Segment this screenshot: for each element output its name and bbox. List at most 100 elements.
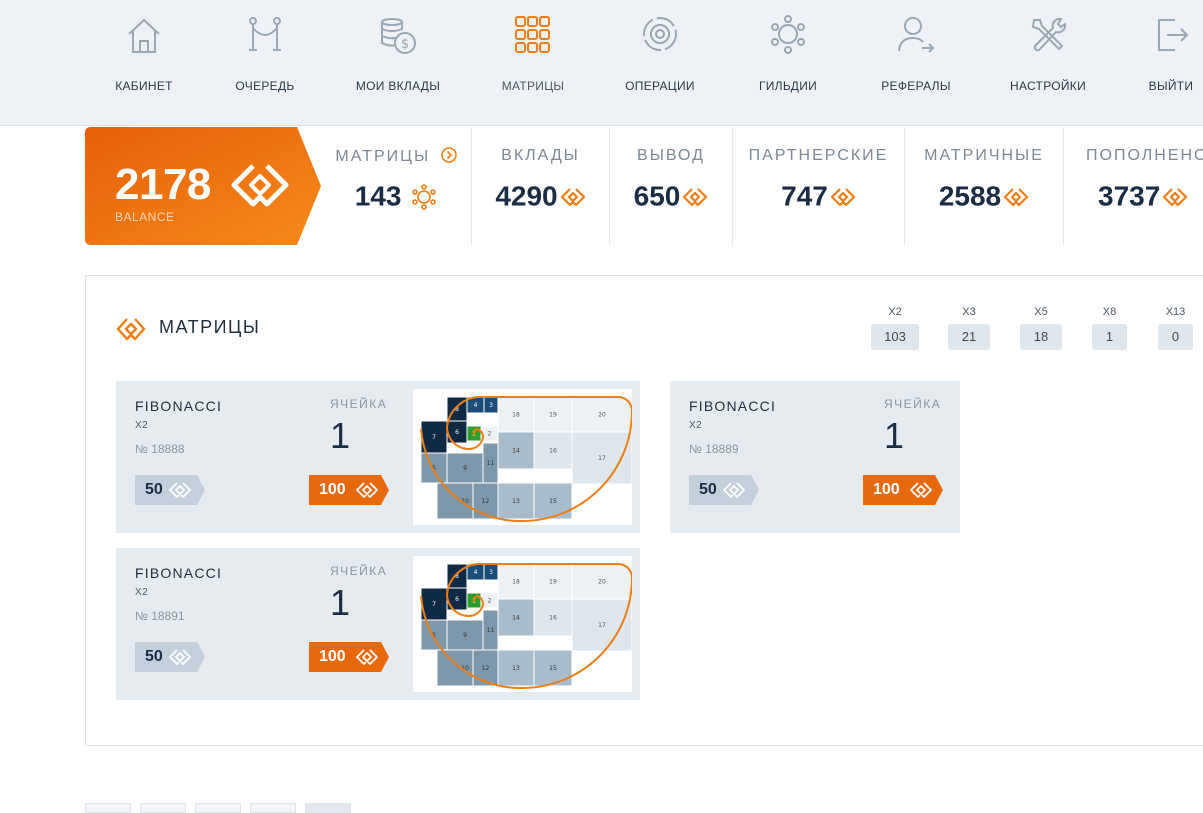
fibonacci-cell-number: 14: [512, 615, 520, 622]
multiplier-x13[interactable]: X13 0: [1158, 306, 1193, 350]
panel-title: МАТРИЦЫ: [159, 317, 261, 337]
multiplier-count: 18: [1020, 324, 1062, 350]
coin-logo-icon: [1004, 187, 1029, 206]
matrix-name: FIBONACCI: [689, 398, 777, 414]
matrix-number: № 18888: [135, 442, 185, 456]
top-navigation: КАБИНЕТ ОЧЕРЕДЬ $ МОИ ВКЛАДЫ МАТРИЦЫ ОПЕ…: [0, 0, 1203, 126]
pager-tab[interactable]: [305, 803, 351, 813]
multiplier-label: X13: [1165, 306, 1186, 318]
multiplier-x3[interactable]: X3 21: [948, 306, 990, 350]
stat-title: ПАРТНЕРСКИЕ: [748, 147, 889, 164]
multiplier-label: X3: [962, 306, 976, 318]
cell-label: ЯЧЕЙКА: [884, 397, 942, 411]
nav-label: ОПЕРАЦИИ: [625, 79, 695, 93]
price-grey-value: 50: [145, 648, 163, 665]
settings-tools-icon: [1031, 17, 1067, 52]
fibonacci-cell-number: 3: [489, 402, 493, 409]
matrices-panel: МАТРИЦЫ X2 103 X3 21 X5 18 X8 1 X13 0 FIBONAC…: [85, 275, 1203, 746]
pager-tab[interactable]: [85, 803, 131, 813]
fibonacci-cell-number: 19: [549, 412, 557, 419]
nav-label: РЕФЕРАЛЫ: [881, 79, 951, 93]
multiplier-count: 21: [948, 324, 990, 350]
nav-item-cabinet[interactable]: КАБИНЕТ: [100, 0, 188, 126]
fibonacci-cell-number: 13: [512, 498, 520, 505]
nav-item-logout[interactable]: ВЫЙТИ: [1140, 0, 1202, 126]
fibonacci-cell-number: 4: [474, 569, 478, 576]
fibonacci-matrix-thumbnail: 84 318 19 2076 1 214 16175 91110 12 13 15: [413, 556, 632, 692]
nav-label: МОИ ВКЛАДЫ: [355, 79, 441, 93]
fibonacci-cell-number: 19: [549, 579, 557, 586]
nav-item-matrices[interactable]: МАТРИЦЫ: [490, 0, 576, 126]
fibonacci-cell-number: 15: [549, 665, 557, 672]
fibonacci-cell-number: 11: [487, 627, 495, 634]
price-grey-value: 50: [145, 481, 163, 498]
price-orange-value: 100: [873, 481, 900, 498]
stat-value: 650: [633, 180, 681, 212]
fibonacci-cell-number: 20: [598, 579, 606, 586]
fibonacci-matrix-thumbnail: 84 318 19 2076 1 214 16175 91110 12 13 15: [413, 389, 632, 525]
matrix-multiplier: X2: [689, 420, 703, 431]
pager-tab[interactable]: [140, 803, 186, 813]
coin-logo-icon: [830, 187, 855, 206]
multiplier-label: X2: [888, 306, 902, 318]
logout-icon: [1158, 19, 1189, 51]
fibonacci-cell-number: 6: [455, 596, 459, 603]
fibonacci-cell-number: 13: [512, 665, 520, 672]
matrix-network-icon: [412, 183, 437, 210]
fibonacci-cell-number: 20: [598, 412, 606, 419]
cell-value: 1: [884, 415, 905, 456]
fibonacci-cell-number: 2: [488, 598, 492, 605]
nav-label: ВЫЙТИ: [1148, 79, 1194, 93]
arrow-circle-right-icon[interactable]: [440, 147, 457, 163]
multiplier-x8[interactable]: X8 1: [1092, 306, 1127, 350]
stat-value: 143: [354, 180, 402, 212]
fibonacci-cell-number: 14: [512, 448, 520, 455]
fibonacci-cell-number: 17: [598, 455, 606, 462]
matrix-card[interactable]: FIBONACCI X2 № 18888 ЯЧЕЙКА 1 50 100 843…: [116, 381, 640, 533]
fibonacci-cell-number: 7: [432, 601, 436, 608]
stat-matrices[interactable]: МАТРИЦЫ 143: [321, 127, 472, 245]
matrix-card[interactable]: FIBONACCI X2 № 18891 ЯЧЕЙКА 1 50 100 843…: [116, 548, 640, 700]
coin-logo-icon: [683, 187, 708, 206]
stat-title: ВКЛАДЫ: [501, 147, 580, 164]
nav-item-settings[interactable]: НАСТРОЙКИ: [1000, 0, 1096, 126]
stat-title: ВЫВОД: [637, 147, 705, 164]
nav-item-deposits[interactable]: $ МОИ ВКЛАДЫ: [346, 0, 450, 126]
price-orange-value: 100: [319, 481, 346, 498]
stat-value: 2588: [938, 180, 1002, 212]
multiplier-count: 0: [1158, 324, 1193, 350]
fibonacci-cell-number: 11: [487, 460, 495, 467]
nav-item-queue[interactable]: ОЧЕРЕДЬ: [222, 0, 308, 126]
matrix-number: № 18891: [135, 609, 185, 623]
matrix-card[interactable]: FIBONACCI X2 № 18889 ЯЧЕЙКА 1 50 100: [670, 381, 960, 533]
balance-block: 2178 BALANCE: [85, 127, 321, 245]
balance-value: 2178: [115, 160, 211, 209]
fibonacci-cell-number: 18: [512, 579, 520, 586]
multiplier-x5[interactable]: X5 18: [1020, 306, 1062, 350]
fibonacci-cell-number: 6: [455, 429, 459, 436]
nav-label: НАСТРОЙКИ: [1009, 79, 1087, 93]
referral-user-icon: [898, 17, 935, 53]
fibonacci-cell-number: 12: [482, 665, 490, 672]
nav-item-guilds[interactable]: ГИЛЬДИИ: [746, 0, 830, 126]
stat-withdraw: ВЫВОД 650: [610, 127, 733, 245]
pager-tab[interactable]: [250, 803, 296, 813]
stat-deposits: ВКЛАДЫ 4290: [472, 127, 610, 245]
fibonacci-cell-number: 4: [474, 402, 478, 409]
multiplier-label: X5: [1034, 306, 1048, 318]
pager-tab[interactable]: [195, 803, 241, 813]
stat-value: 747: [781, 180, 828, 212]
cell-label: ЯЧЕЙКА: [330, 397, 388, 411]
multiplier-x2[interactable]: X2 103: [871, 306, 919, 350]
nav-item-referrals[interactable]: РЕФЕРАЛЫ: [872, 0, 960, 126]
stat-replenished: ПОПОЛНЕНО 3737: [1064, 127, 1203, 245]
stat-title: МАТРИЦЫ: [335, 148, 431, 165]
guild-network-icon: [771, 15, 805, 54]
svg-text:$: $: [401, 37, 409, 52]
cell-value: 1: [330, 415, 351, 456]
stat-title: ПОПОЛНЕНО: [1086, 147, 1203, 164]
matrix-multiplier: X2: [135, 587, 149, 598]
nav-item-operations[interactable]: ОПЕРАЦИИ: [614, 0, 706, 126]
fibonacci-cell-number: 2: [488, 431, 492, 438]
fibonacci-cell-number: 16: [549, 448, 557, 455]
